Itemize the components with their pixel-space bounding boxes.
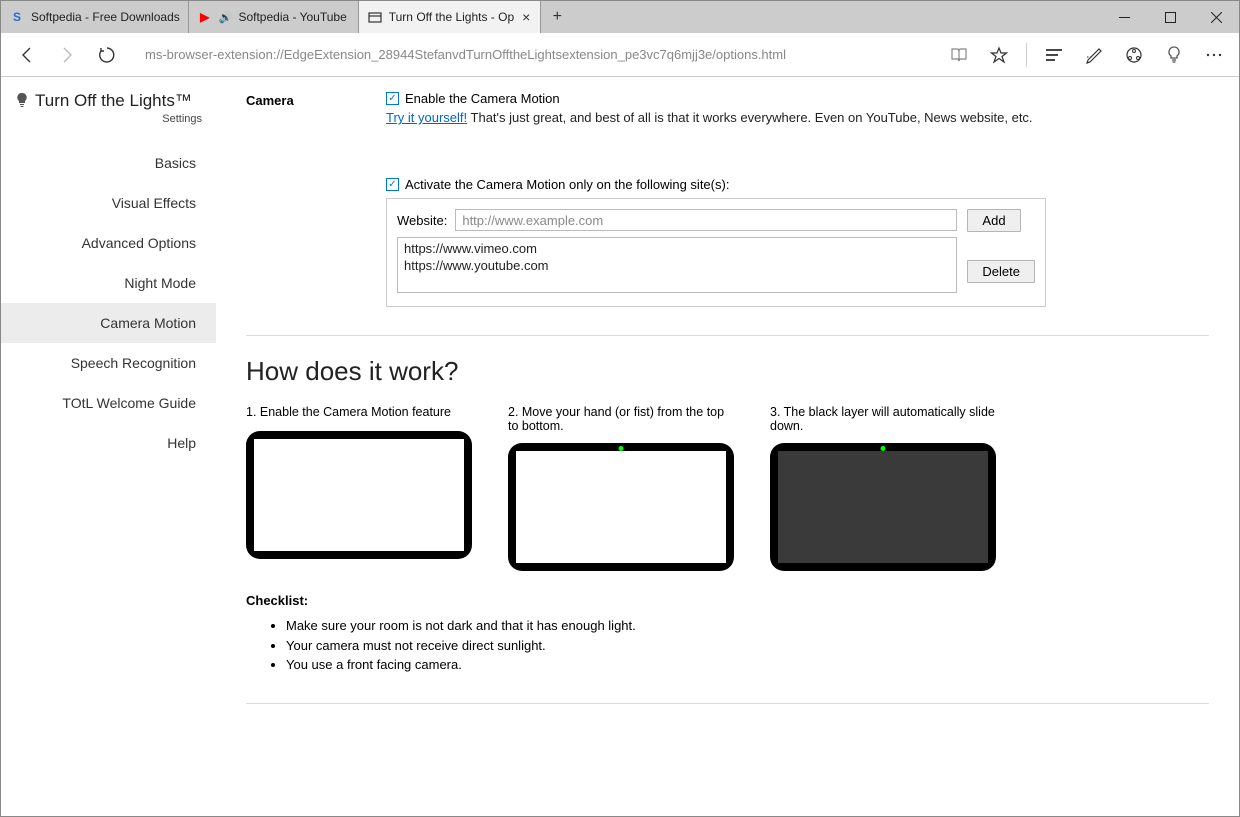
url-text: ms-browser-extension://EdgeExtension_289… [145, 47, 786, 62]
checklist-item: Your camera must not receive direct sunl… [286, 636, 1209, 656]
step-3-label: 3. The black layer will automatically sl… [770, 405, 996, 433]
tab-youtube[interactable]: ▶ 🔊 Softpedia - YouTube [189, 1, 359, 33]
forward-button[interactable] [49, 37, 85, 73]
brand-title: Turn Off the Lights™ [35, 91, 192, 111]
back-button[interactable] [9, 37, 45, 73]
step-1-label: 1. Enable the Camera Motion feature [246, 405, 472, 421]
mute-icon[interactable]: 🔊 [219, 11, 233, 24]
address-bar[interactable]: ms-browser-extension://EdgeExtension_289… [139, 41, 928, 69]
favorite-icon[interactable] [982, 38, 1016, 72]
device-illustration-2 [508, 443, 734, 571]
tab-title: Softpedia - YouTube [238, 10, 349, 24]
bulb-icon [15, 92, 29, 111]
sidebar-item-advanced-options[interactable]: Advanced Options [1, 223, 216, 263]
notes-icon[interactable] [1077, 38, 1111, 72]
refresh-button[interactable] [89, 37, 125, 73]
toolbar: ms-browser-extension://EdgeExtension_289… [1, 33, 1239, 77]
close-window-button[interactable] [1193, 1, 1239, 33]
tab-softpedia[interactable]: S Softpedia - Free Downloads [1, 1, 189, 33]
tab-strip: S Softpedia - Free Downloads ▶ 🔊 Softped… [1, 1, 1239, 33]
sidebar: Turn Off the Lights™ Settings BasicsVisu… [1, 77, 216, 816]
maximize-button[interactable] [1147, 1, 1193, 33]
favicon-softpedia: S [9, 9, 25, 25]
site-list-panel: Website: Add Delete [386, 198, 1046, 307]
try-description: That's just great, and best of all is th… [467, 110, 1032, 125]
checklist-item: You use a front facing camera. [286, 655, 1209, 675]
hub-icon[interactable] [1037, 38, 1071, 72]
checkbox-enable-camera[interactable]: ✓ [386, 92, 399, 105]
checkbox-activate-sites[interactable]: ✓ [386, 178, 399, 191]
divider [246, 335, 1209, 336]
favicon-youtube: ▶ [197, 9, 213, 25]
minimize-button[interactable] [1101, 1, 1147, 33]
device-illustration-3 [770, 443, 996, 571]
try-yourself-link[interactable]: Try it yourself! [386, 110, 467, 125]
brand-subtitle: Settings [1, 113, 216, 143]
sidebar-item-visual-effects[interactable]: Visual Effects [1, 183, 216, 223]
reading-view-icon[interactable] [942, 38, 976, 72]
sidebar-item-help[interactable]: Help [1, 423, 216, 463]
content: Camera ✓ Enable the Camera Motion Try it… [216, 77, 1239, 816]
sidebar-item-night-mode[interactable]: Night Mode [1, 263, 216, 303]
tab-title: Softpedia - Free Downloads [31, 10, 180, 24]
close-icon[interactable]: × [520, 9, 532, 25]
activate-sites-label: Activate the Camera Motion only on the f… [405, 177, 729, 192]
sidebar-item-basics[interactable]: Basics [1, 143, 216, 183]
device-illustration-1 [246, 431, 472, 559]
more-icon[interactable] [1197, 38, 1231, 72]
new-tab-button[interactable]: + [541, 1, 573, 33]
website-label: Website: [397, 213, 447, 228]
sidebar-item-speech-recognition[interactable]: Speech Recognition [1, 343, 216, 383]
divider [246, 703, 1209, 704]
brand: Turn Off the Lights™ [1, 91, 216, 113]
sidebar-item-totl-welcome-guide[interactable]: TOtL Welcome Guide [1, 383, 216, 423]
enable-camera-label: Enable the Camera Motion [405, 91, 560, 106]
website-input[interactable] [455, 209, 957, 231]
howto-title: How does it work? [246, 356, 1209, 387]
add-button[interactable]: Add [967, 209, 1020, 232]
delete-button[interactable]: Delete [967, 260, 1035, 283]
site-list[interactable] [397, 237, 957, 293]
extension-bulb-icon[interactable] [1157, 38, 1191, 72]
tab-turn-off-lights[interactable]: Turn Off the Lights - Op × [359, 1, 542, 33]
favicon-extension [367, 9, 383, 25]
checklist-item: Make sure your room is not dark and that… [286, 616, 1209, 636]
tab-title: Turn Off the Lights - Op [389, 10, 514, 24]
checklist-title: Checklist: [246, 593, 1209, 608]
share-icon[interactable] [1117, 38, 1151, 72]
section-title-camera: Camera [246, 91, 386, 307]
step-2-label: 2. Move your hand (or fist) from the top… [508, 405, 734, 433]
sidebar-item-camera-motion[interactable]: Camera Motion [1, 303, 216, 343]
